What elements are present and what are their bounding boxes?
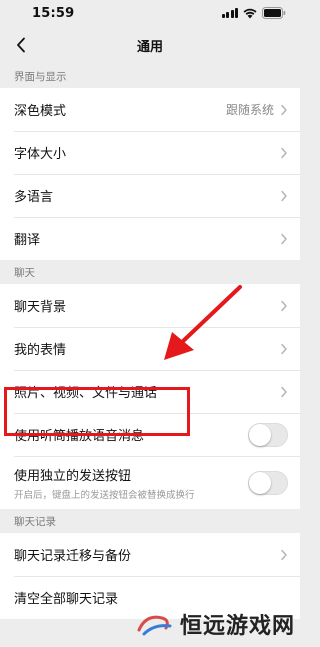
wifi-icon (243, 8, 257, 19)
chevron-right-icon (281, 549, 287, 560)
send-button-toggle[interactable] (248, 470, 288, 495)
chevron-left-icon (17, 37, 25, 53)
row-label: 使用听筒播放语音消息 (14, 429, 145, 444)
row-value: 跟随系统 (225, 103, 274, 117)
row-label-wrap: 使用独立的发送按钮 开启后，键盘上的发送按钮会被替换成换行 (14, 465, 248, 501)
separate-send-button-row: 使用独立的发送按钮 开启后，键盘上的发送按钮会被替换成换行 (0, 456, 300, 509)
chevron-right-icon (281, 147, 287, 158)
row-label: 深色模式 (14, 104, 67, 119)
language-row[interactable]: 多语言 (0, 174, 300, 217)
row-sublabel: 开启后，键盘上的发送按钮会被替换成换行 (14, 489, 195, 501)
chevron-right-icon (281, 104, 287, 115)
section-header-history: 聊天记录 (14, 515, 56, 528)
toggle-knob (249, 423, 271, 446)
status-bar: 15:59 (0, 0, 300, 26)
section-header-chat: 聊天 (14, 266, 35, 279)
media-files-calls-row[interactable]: 照片、视频、文件与通话 (0, 370, 300, 413)
chevron-right-icon (281, 300, 287, 311)
system-icons (221, 7, 287, 19)
status-time: 15:59 (32, 5, 75, 21)
row-label: 使用独立的发送按钮 (14, 468, 132, 484)
translate-row[interactable]: 翻译 (0, 217, 300, 260)
chevron-right-icon (281, 343, 287, 354)
section-header-display: 界面与显示 (14, 70, 67, 83)
watermark-logo-icon (137, 615, 172, 635)
row-label: 翻译 (14, 233, 41, 248)
row-label: 聊天记录迁移与备份 (14, 549, 132, 564)
row-label: 聊天背景 (14, 300, 67, 315)
dark-mode-row[interactable]: 深色模式 跟随系统 (0, 88, 300, 131)
row-label: 我的表情 (14, 343, 67, 358)
chevron-right-icon (281, 233, 287, 244)
settings-group-display: 深色模式 跟随系统 字体大小 多语言 翻译 (0, 88, 300, 260)
my-stickers-row[interactable]: 我的表情 (0, 327, 300, 370)
watermark: 恒远游戏网 (136, 600, 300, 647)
row-label: 多语言 (14, 190, 54, 205)
chat-migration-row[interactable]: 聊天记录迁移与备份 (0, 533, 300, 576)
back-button[interactable] (10, 34, 32, 56)
toggle-knob (249, 471, 271, 494)
row-label: 照片、视频、文件与通话 (14, 386, 158, 401)
earpiece-toggle[interactable] (248, 422, 288, 447)
chevron-right-icon (281, 190, 287, 201)
row-label: 字体大小 (14, 147, 67, 162)
page-title: 通用 (136, 39, 163, 55)
signal-icon (221, 8, 238, 18)
settings-group-chat: 聊天背景 我的表情 照片、视频、文件与通话 使用听筒播放语音消息 使用独立的发送… (0, 284, 300, 509)
earpiece-playback-row: 使用听筒播放语音消息 (0, 413, 300, 456)
nav-bar: 通用 (0, 26, 300, 64)
battery-icon (262, 7, 286, 19)
chevron-right-icon (281, 386, 287, 397)
watermark-text: 恒远游戏网 (180, 612, 296, 639)
font-size-row[interactable]: 字体大小 (0, 131, 300, 174)
chat-background-row[interactable]: 聊天背景 (0, 284, 300, 327)
